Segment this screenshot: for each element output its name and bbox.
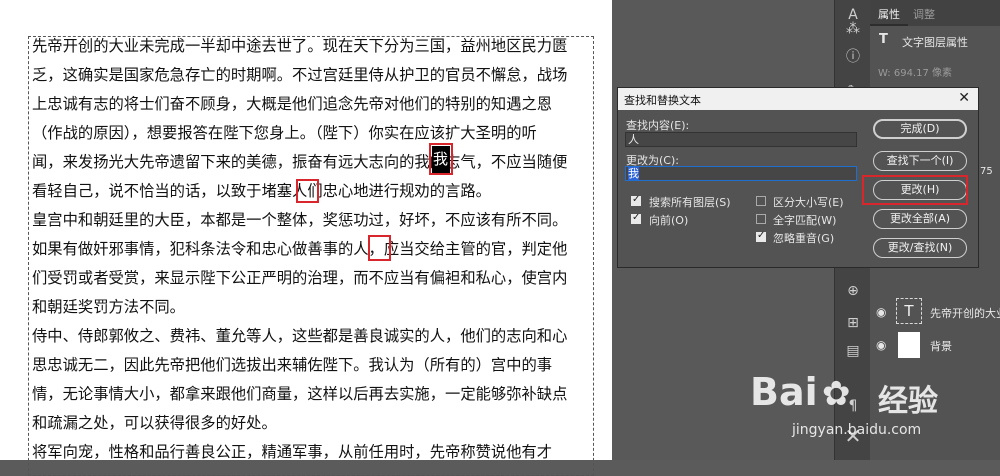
highlight-box-ren-2 <box>368 235 391 261</box>
text-layer-icon: T <box>879 32 888 47</box>
baidu-logo-suffix: 经验 <box>878 384 938 419</box>
change-find-button[interactable]: 更改/查找(N) <box>873 238 967 258</box>
text-line: 侍中、侍郎郭攸之、费祎、董允等人，这些都是善良诚实的人，他们的志向和心 <box>32 327 568 345</box>
layer-row-text[interactable]: ◉ T 先帝开创的大业 <box>870 296 1000 330</box>
layer-name: 先帝开创的大业 <box>930 307 1000 320</box>
text-line: 乏，这确实是国家危急存亡的时期啊。不过宫廷里侍从护卫的官员不懈怠，战场 <box>32 66 568 84</box>
whole-word-checkbox[interactable] <box>756 214 766 224</box>
change-all-button[interactable]: 更改全部(A) <box>873 209 967 229</box>
case-sensitive-checkbox[interactable] <box>756 196 766 206</box>
properties-title: 文字图层属性 <box>902 36 968 49</box>
tab-underline <box>870 24 908 26</box>
close-icon[interactable]: ✕ <box>958 90 970 106</box>
layer-row-background[interactable]: ◉ 背景 <box>870 330 1000 364</box>
search-all-layers-label: 搜索所有图层(S) <box>649 196 731 209</box>
search-all-layers-checkbox[interactable] <box>631 194 641 206</box>
baidu-logo: Bai <box>750 370 818 414</box>
document-text[interactable]: 先帝开创的大业未完成一半却中途去世了。现在天下分为三国，益州地区民力匮 乏，这确… <box>32 32 597 467</box>
dim-readout: W: 694.17 像素 <box>878 68 953 79</box>
text-line: 上忠诚有志的将士们奋不顾身，大概是他们追念先帝对他们的特别的知遇之恩 <box>32 95 553 113</box>
book-icon[interactable]: ▤ <box>841 340 865 362</box>
layer-name: 背景 <box>930 340 952 353</box>
case-sensitive-label: 区分大小写(E) <box>773 196 844 209</box>
highlight-box-wo: 我 <box>429 143 453 175</box>
text-line: 如果有做奸邪事情，犯科条法令和忠心做善事的人，应当交给主管的官，判定他 <box>32 240 568 258</box>
watermark-url: jingyan.baidu.com <box>792 422 922 438</box>
dialog-titlebar: 查找和替换文本 ✕ <box>618 88 978 110</box>
replace-value-selected: 我 <box>628 167 639 180</box>
text-line: 思忠诚无二，因此先帝把他们选拔出来辅佐陛下。我认为（所有的）宫中的事 <box>32 356 553 374</box>
eye-icon[interactable]: ◉ <box>876 338 886 352</box>
background-layer-thumbnail <box>898 332 920 358</box>
text-line: 们受罚或者受赏，来显示陛下公正严明的治理，而不应当有偏袒和私心，使宫内 <box>32 269 568 287</box>
dialog-title: 查找和替换文本 <box>624 94 701 107</box>
find-label: 查找内容(E): <box>626 119 690 132</box>
ignore-accents-checkbox[interactable] <box>756 230 766 242</box>
text-line: 将军向宠，性格和品行善良公正，精通军事，从前任用时，先帝称赞说他有才 <box>32 443 553 461</box>
text-layer-thumbnail: T <box>896 298 922 324</box>
brush-icon[interactable]: ⊕ <box>841 280 865 302</box>
tab-properties[interactable]: 属性 <box>878 6 900 22</box>
info-icon[interactable]: ⓘ <box>841 46 865 68</box>
forward-label: 向前(O) <box>649 214 689 227</box>
replace-input[interactable]: 我 <box>625 166 857 181</box>
highlight-char: 我 <box>433 150 449 168</box>
ignore-accents-label: 忽略重音(G) <box>773 232 835 245</box>
highlight-box-ren-1 <box>296 179 319 203</box>
text-line: 闻，来发扬光大先帝遗留下来的美德，振奋有远大志向的我的志气，不应当随便 <box>32 153 568 171</box>
text-line: 先帝开创的大业未完成一半却中途去世了。现在天下分为三国，益州地区民力匮 <box>32 37 568 55</box>
find-input[interactable]: 人 <box>625 132 857 147</box>
eye-icon[interactable]: ◉ <box>876 305 886 319</box>
whole-word-label: 全字匹配(W) <box>773 214 837 227</box>
text-line: 皇宫中和朝廷里的大臣，本都是一个整体，奖惩功过，好坏，不应该有所不同。 <box>32 211 568 229</box>
text-line: 和朝廷奖罚方法不同。 <box>32 298 185 316</box>
change-button-highlight <box>862 175 968 205</box>
done-button[interactable]: 完成(D) <box>873 119 967 139</box>
panel-tabs: 属性 调整 <box>870 0 1000 26</box>
find-next-button[interactable]: 查找下一个(I) <box>873 151 967 171</box>
value-field[interactable]: 75 <box>980 166 993 177</box>
text-line: 情，无论事情大小，都拿来跟他们商量，这样以后再去实施，一定能够弥补缺点 <box>32 385 568 403</box>
paw-icon: ✿ <box>822 374 851 414</box>
text-line: 和疏漏之处，可以获得很多的好处。 <box>32 414 277 432</box>
forward-checkbox[interactable] <box>631 212 641 224</box>
properties-header: T 文字图层属性 <box>870 30 1000 50</box>
tab-adjustments[interactable]: 调整 <box>913 6 935 22</box>
text-line: （作战的原因），想要报答在陛下您身上。（陛下）你实在应该扩大圣明的听 <box>32 124 537 142</box>
glyph-tool-icon[interactable]: ⁂ <box>841 18 865 40</box>
frame-icon[interactable]: ⊞ <box>841 312 865 334</box>
baidu-watermark: Bai ✿ 经验 jingyan.baidu.com <box>750 370 990 456</box>
